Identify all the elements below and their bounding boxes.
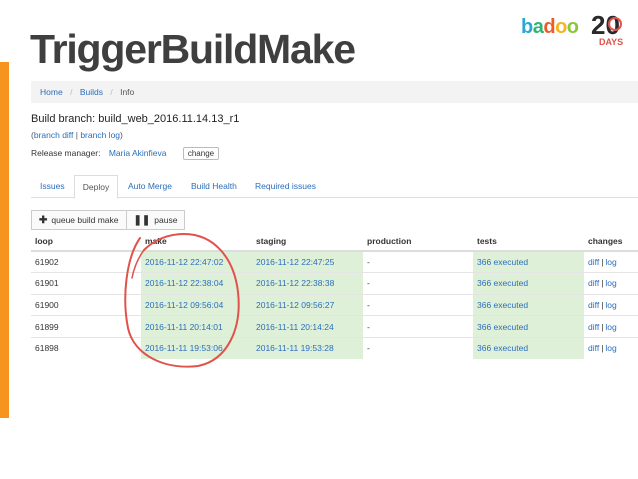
release-manager-label: Release manager: bbox=[31, 148, 101, 158]
column-staging: staging bbox=[252, 231, 363, 252]
release-manager-name[interactable]: Maria Akinfieva bbox=[109, 148, 167, 158]
branch-diff-link[interactable]: branch diff bbox=[34, 130, 74, 140]
production-cell: - bbox=[363, 272, 473, 295]
tab-issues[interactable]: Issues bbox=[40, 175, 65, 198]
log-link[interactable]: log bbox=[605, 278, 616, 288]
changes-separator: | bbox=[601, 321, 604, 332]
tests-link[interactable]: 366 executed bbox=[473, 250, 584, 273]
tab-deploy[interactable]: Deploy bbox=[74, 175, 118, 199]
tests-link[interactable]: 366 executed bbox=[473, 336, 584, 359]
log-link[interactable]: log bbox=[605, 257, 616, 267]
make-time-link[interactable]: 2016-11-11 20:14:01 bbox=[141, 315, 252, 338]
tab-required-issues[interactable]: Required issues bbox=[255, 175, 316, 198]
tests-link[interactable]: 366 executed bbox=[473, 293, 584, 316]
svg-text:DAYS: DAYS bbox=[599, 37, 623, 47]
changes-cell: diff | log bbox=[584, 250, 638, 273]
tests-link[interactable]: 366 executed bbox=[473, 272, 584, 295]
breadcrumb-separator: / bbox=[70, 87, 73, 97]
column-loop: loop bbox=[31, 231, 141, 252]
column-changes: changes bbox=[584, 231, 638, 252]
badoo-logo: badoo 20 DAYS bbox=[521, 10, 631, 47]
build-actions: ✚ queue build make ❚❚ pause bbox=[31, 210, 186, 230]
changes-cell: diff | log bbox=[584, 272, 638, 295]
queue-build-make-button[interactable]: ✚ queue build make bbox=[31, 210, 127, 230]
column-make: make bbox=[141, 231, 252, 252]
table-row: 61899 2016-11-11 20:14:01 2016-11-11 20:14… bbox=[31, 315, 638, 338]
table-row: 61901 2016-11-12 22:38:04 2016-11-12 22:38… bbox=[31, 272, 638, 295]
diff-link[interactable]: diff bbox=[588, 257, 599, 267]
breadcrumb: Home / Builds / Info bbox=[31, 81, 638, 103]
logo-wordmark: badoo bbox=[521, 16, 579, 38]
breadcrumb-separator: / bbox=[110, 87, 113, 97]
changes-cell: diff | log bbox=[584, 293, 638, 316]
diff-link[interactable]: diff bbox=[588, 278, 599, 288]
table-row: 61900 2016-11-12 09:56:04 2016-11-12 09:56… bbox=[31, 293, 638, 316]
tab-build-health[interactable]: Build Health bbox=[191, 175, 237, 198]
plus-icon: ✚ bbox=[39, 214, 48, 226]
table-row: 61902 2016-11-12 22:47:02 2016-11-12 22:47… bbox=[31, 250, 638, 273]
breadcrumb-builds[interactable]: Builds bbox=[80, 87, 103, 97]
changes-cell: diff | log bbox=[584, 336, 638, 359]
changes-separator: | bbox=[601, 278, 604, 289]
release-manager-row: Release manager: Maria Akinfieva change bbox=[31, 147, 220, 160]
staging-time-link[interactable]: 2016-11-11 20:14:24 bbox=[252, 315, 363, 338]
diff-link[interactable]: diff bbox=[588, 322, 599, 332]
log-link[interactable]: log bbox=[605, 343, 616, 353]
production-cell: - bbox=[363, 250, 473, 273]
pause-button[interactable]: ❚❚ pause bbox=[126, 210, 186, 230]
table-header-row: loop make staging production tests chang… bbox=[31, 231, 638, 252]
slide-title: TriggerBuildMake bbox=[30, 26, 356, 72]
loop-cell: 61898 bbox=[31, 336, 141, 359]
build-branch-heading: Build branch: build_web_2016.11.14.13_r1 bbox=[31, 113, 240, 125]
make-time-link[interactable]: 2016-11-12 22:38:04 bbox=[141, 272, 252, 295]
loop-cell: 61900 bbox=[31, 293, 141, 316]
make-time-link[interactable]: 2016-11-12 22:47:02 bbox=[141, 250, 252, 273]
accent-bar bbox=[0, 62, 9, 418]
production-cell: - bbox=[363, 336, 473, 359]
loop-cell: 61902 bbox=[31, 250, 141, 273]
svg-text:20: 20 bbox=[591, 10, 620, 40]
tests-link[interactable]: 366 executed bbox=[473, 315, 584, 338]
staging-time-link[interactable]: 2016-11-12 22:38:38 bbox=[252, 272, 363, 295]
tab-bar: Issues Deploy Auto Merge Build Health Re… bbox=[31, 175, 638, 199]
builds-table: loop make staging production tests chang… bbox=[31, 231, 638, 359]
table-row: 61898 2016-11-11 19:53:06 2016-11-11 19:53… bbox=[31, 336, 638, 359]
staging-time-link[interactable]: 2016-11-11 19:53:28 bbox=[252, 336, 363, 359]
breadcrumb-home[interactable]: Home bbox=[40, 87, 63, 97]
loop-cell: 61899 bbox=[31, 315, 141, 338]
log-link[interactable]: log bbox=[605, 322, 616, 332]
change-manager-button[interactable]: change bbox=[182, 147, 220, 160]
changes-cell: diff | log bbox=[584, 315, 638, 338]
changes-separator: | bbox=[601, 343, 604, 354]
branch-log-link[interactable]: branch log bbox=[80, 130, 120, 140]
production-cell: - bbox=[363, 293, 473, 316]
pause-icon: ❚❚ bbox=[133, 214, 151, 226]
make-time-link[interactable]: 2016-11-12 09:56:04 bbox=[141, 293, 252, 316]
staging-time-link[interactable]: 2016-11-12 22:47:25 bbox=[252, 250, 363, 273]
changes-separator: | bbox=[601, 299, 604, 310]
loop-cell: 61901 bbox=[31, 272, 141, 295]
log-link[interactable]: log bbox=[605, 300, 616, 310]
branch-links: (branch diff | branch log) bbox=[31, 130, 123, 140]
make-time-link[interactable]: 2016-11-11 19:53:06 bbox=[141, 336, 252, 359]
production-cell: - bbox=[363, 315, 473, 338]
breadcrumb-info: Info bbox=[120, 87, 135, 97]
changes-separator: | bbox=[601, 257, 604, 268]
anniversary-badge: 20 DAYS bbox=[591, 10, 623, 47]
tab-auto-merge[interactable]: Auto Merge bbox=[128, 175, 172, 198]
column-tests: tests bbox=[473, 231, 584, 252]
staging-time-link[interactable]: 2016-11-12 09:56:27 bbox=[252, 293, 363, 316]
diff-link[interactable]: diff bbox=[588, 300, 599, 310]
diff-link[interactable]: diff bbox=[588, 343, 599, 353]
column-production: production bbox=[363, 231, 473, 252]
